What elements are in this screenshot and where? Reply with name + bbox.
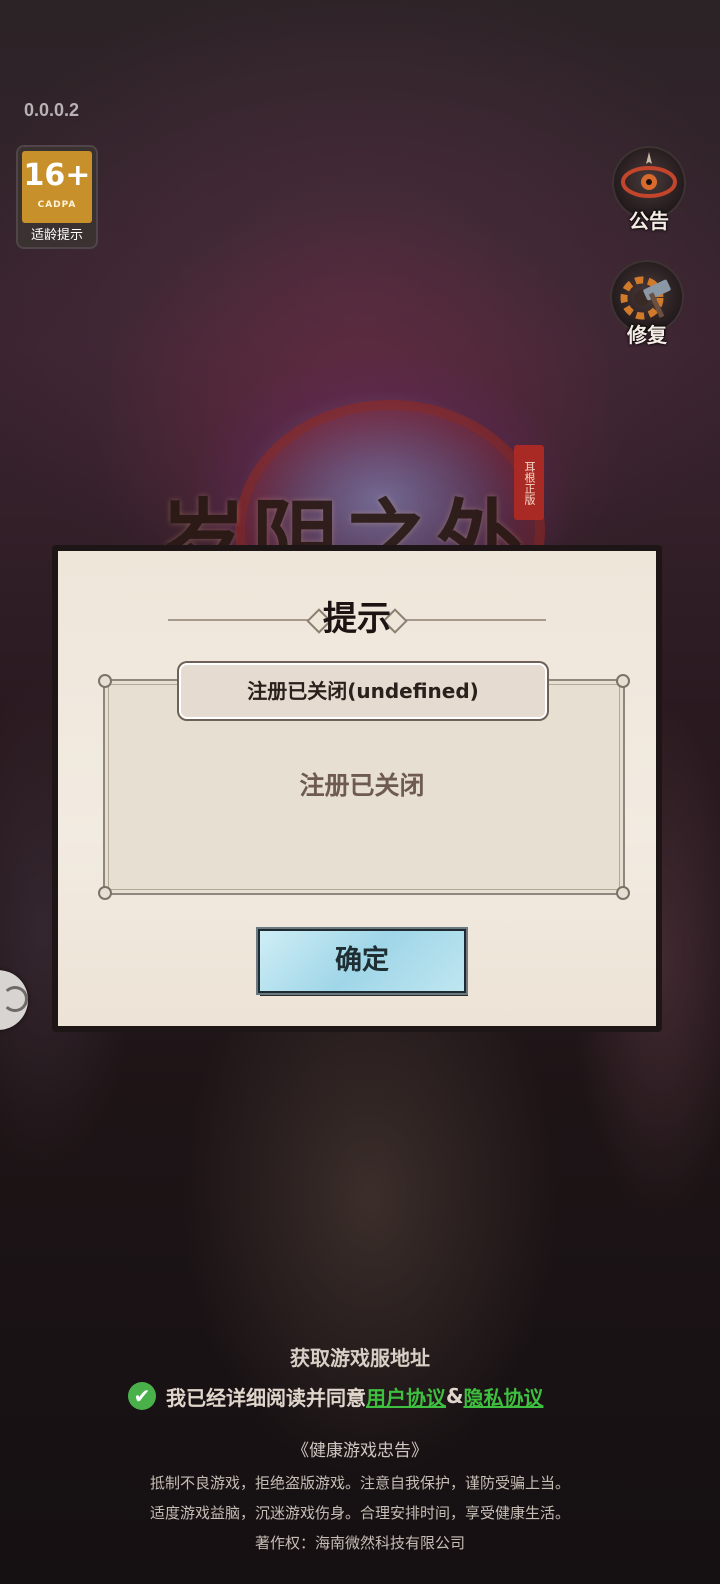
assistant-icon	[2, 986, 28, 1012]
announcement-label: 公告	[629, 209, 669, 233]
age-rating-badge[interactable]: 16+ CADPA 适龄提示	[18, 147, 96, 247]
agree-prefix: 我已经详细阅读并同意	[166, 1385, 366, 1410]
health-advice-line: 适度游戏益脑，沉迷游戏伤身。合理安排时间，享受健康生活。	[149, 1504, 570, 1522]
panel-corner	[616, 674, 630, 688]
agreement-ampersand: &	[446, 1384, 464, 1408]
announcement-button[interactable]: 公告	[608, 148, 690, 234]
copyright-line: 著作权：海南微然科技有限公司	[254, 1534, 465, 1552]
version-label: 0.0.0.2	[24, 100, 80, 120]
repair-label: 修复	[627, 323, 667, 347]
panel-corner	[98, 886, 112, 900]
panel-corner	[616, 886, 630, 900]
agree-checkbox[interactable]: ✔	[128, 1382, 156, 1410]
health-advice-title: 《健康游戏忠告》	[292, 1441, 428, 1461]
logo-seal: 耳根正版	[514, 445, 544, 520]
agreement-row: ✔ 我已经详细阅读并同意 用户协议 & 隐私协议	[128, 1380, 543, 1412]
repair-button[interactable]: 修复	[606, 262, 688, 348]
get-server-address-link[interactable]: 获取游戏服地址	[0, 1342, 720, 1371]
notice-dialog: 提示 注册已关闭(undefined) 注册已关闭 确定	[52, 545, 662, 1032]
dialog-body: 提示 注册已关闭(undefined) 注册已关闭 确定	[58, 551, 656, 1026]
age-rating-number: 16+	[23, 158, 91, 193]
message-header: 注册已关闭(undefined)	[179, 663, 547, 719]
age-rating-org: CADPA	[37, 200, 77, 210]
age-rating-tip: 适龄提示	[30, 228, 83, 243]
confirm-button[interactable]: 确定	[258, 929, 466, 993]
age-rating-top: 16+ CADPA	[22, 151, 92, 223]
check-icon: ✔	[133, 1384, 151, 1408]
message-text: 注册已关闭	[299, 771, 425, 800]
user-agreement-link[interactable]: 用户协议	[366, 1382, 446, 1411]
panel-corner	[98, 674, 112, 688]
privacy-policy-link[interactable]: 隐私协议	[463, 1382, 543, 1411]
health-advice-line: 抵制不良游戏，拒绝盗版游戏。注意自我保护，谨防受骗上当。	[149, 1474, 570, 1492]
dialog-title: 提示	[323, 599, 391, 639]
